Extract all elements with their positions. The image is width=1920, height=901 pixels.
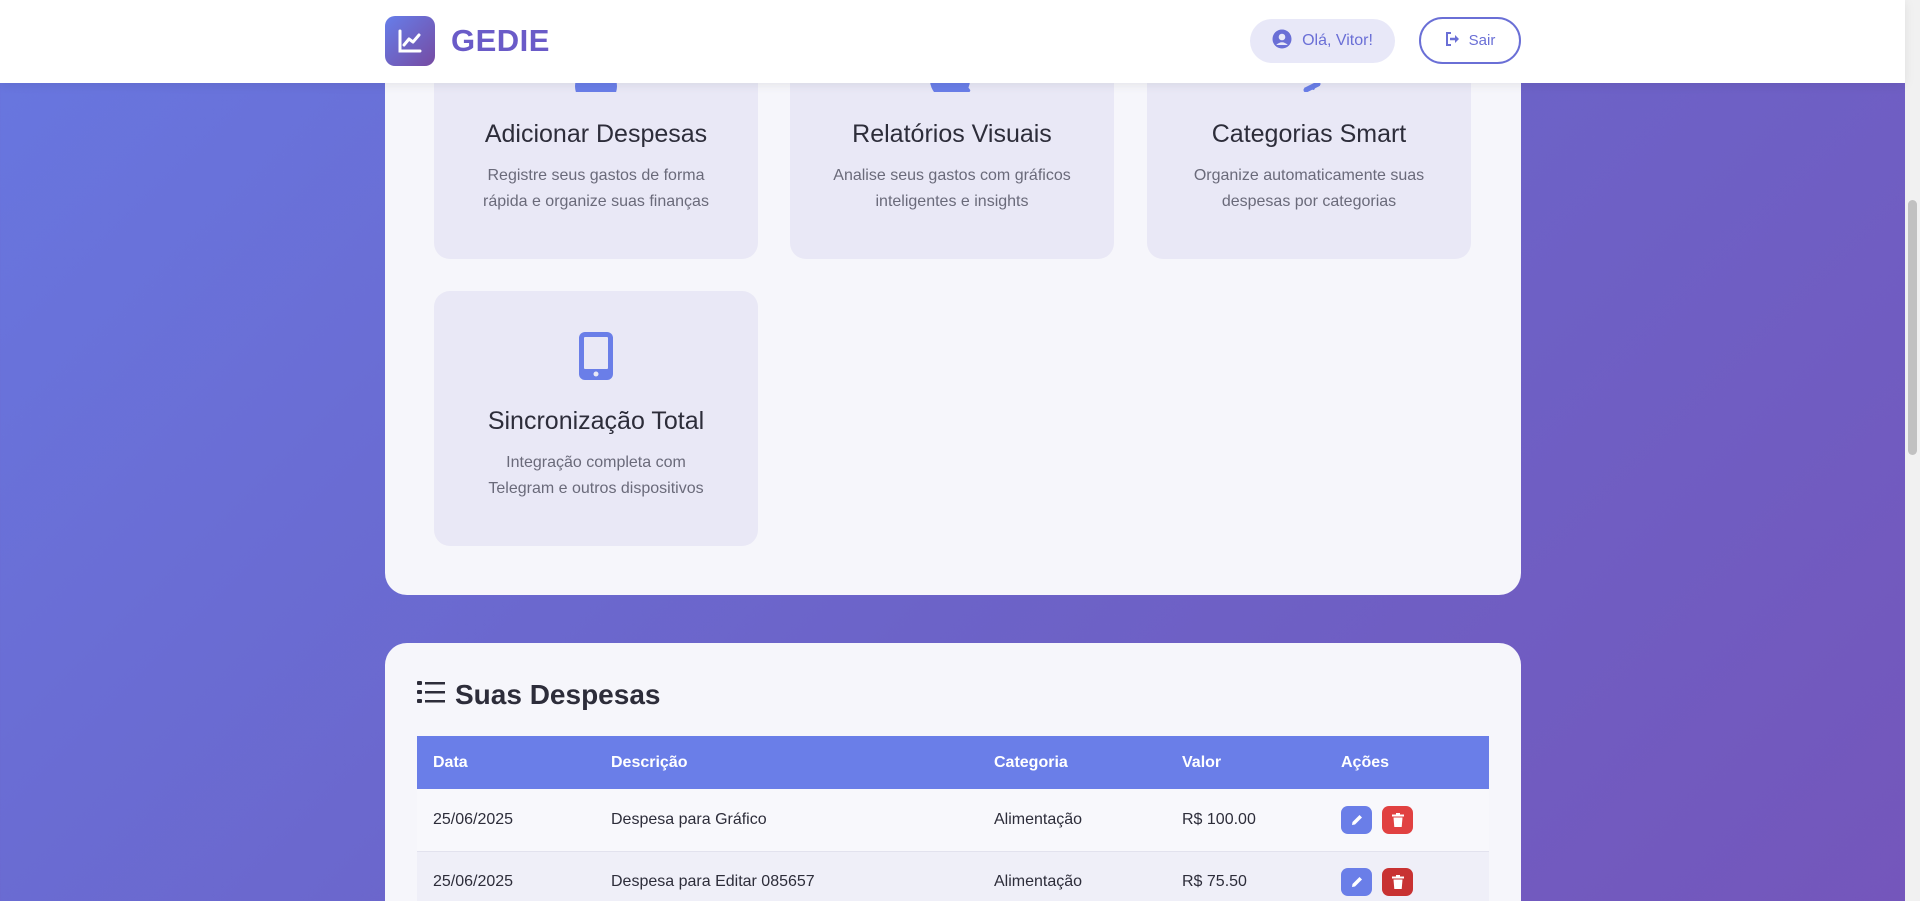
feature-desc-line: Integração completa com xyxy=(506,454,686,471)
mobile-icon xyxy=(434,331,758,381)
greeting-text: Olá, Vitor! xyxy=(1302,32,1373,49)
pencil-icon xyxy=(1351,814,1362,825)
cell-date: 25/06/2025 xyxy=(433,873,514,890)
column-header-category: Categoria xyxy=(994,753,1068,771)
cell-value: R$ 100.00 xyxy=(1182,810,1256,828)
feature-desc-line: Registre seus gastos de forma xyxy=(487,167,705,184)
feature-title: Relatórios Visuais xyxy=(852,120,1052,148)
table-row: 25/06/2025 Despesa para Gráfico Alimenta… xyxy=(417,789,1489,851)
top-navbar: GEDIE Olá, Vitor! Sair xyxy=(0,0,1905,83)
cell-actions xyxy=(1325,851,1489,901)
logout-label: Sair xyxy=(1468,32,1496,49)
pencil-icon xyxy=(1351,877,1362,887)
edit-button[interactable] xyxy=(1341,868,1372,896)
table-header-row: Data Descrição Categoria Valor Ações xyxy=(417,736,1489,789)
brand-name: GEDIE xyxy=(451,23,550,58)
logout-button[interactable]: Sair xyxy=(1419,17,1521,64)
delete-button[interactable] xyxy=(1382,805,1414,834)
column-header-date: Data xyxy=(433,753,468,771)
cell-date: 25/06/2025 xyxy=(433,810,514,828)
cell-value: R$ 75.50 xyxy=(1182,873,1247,890)
feature-title: Sincronização Total xyxy=(487,407,705,435)
cell-category: Alimentação xyxy=(994,873,1083,890)
feature-desc-line: Telegram e outros dispositivos xyxy=(488,480,704,497)
expenses-panel: Suas Despesas Data Descrição Categoria V… xyxy=(385,643,1521,901)
feature-desc-line: despesas por categorias xyxy=(1221,193,1397,210)
scrollbar-thumb[interactable] xyxy=(1908,200,1917,455)
feature-desc-line: rápida e organize suas finanças xyxy=(483,193,709,210)
cell-description: Despesa para Gráfico xyxy=(611,810,767,828)
delete-button[interactable] xyxy=(1382,868,1414,896)
cell-description: Despesa para Editar 085657 xyxy=(611,873,815,890)
sign-out-icon xyxy=(1445,31,1461,50)
edit-button[interactable] xyxy=(1341,805,1372,834)
list-icon xyxy=(417,679,445,711)
feature-desc-line: Organize automaticamente suas xyxy=(1193,167,1425,184)
feature-desc-line: inteligentes e insights xyxy=(875,193,1029,210)
line-chart-logo-icon xyxy=(385,16,435,66)
cell-category: Alimentação xyxy=(994,810,1083,828)
column-header-value: Valor xyxy=(1182,753,1222,771)
feature-title: Adicionar Despesas xyxy=(484,120,708,148)
trash-icon xyxy=(1391,812,1404,827)
feature-card-sync: Sincronização Total Integração completa … xyxy=(434,291,758,546)
feature-desc-line: Analise seus gastos com gráficos xyxy=(833,167,1071,184)
features-panel: Adicionar Despesas Registre seus gastos … xyxy=(385,0,1521,595)
table-row: 25/06/2025 Despesa para Editar 085657 Al… xyxy=(417,851,1489,901)
page-scrollbar[interactable] xyxy=(1905,0,1920,901)
column-header-description: Descrição xyxy=(611,753,688,771)
column-header-actions: Ações xyxy=(1341,753,1390,771)
expenses-heading: Suas Despesas xyxy=(417,679,660,711)
cell-actions xyxy=(1325,789,1489,851)
expenses-table: Data Descrição Categoria Valor Ações 25/… xyxy=(417,736,1489,901)
expenses-title: Suas Despesas xyxy=(455,679,661,710)
trash-icon xyxy=(1391,875,1404,889)
feature-title: Categorias Smart xyxy=(1211,120,1407,148)
brand[interactable]: GEDIE xyxy=(385,16,550,66)
user-greeting-badge: Olá, Vitor! xyxy=(1250,19,1395,63)
user-circle-icon xyxy=(1272,29,1292,54)
